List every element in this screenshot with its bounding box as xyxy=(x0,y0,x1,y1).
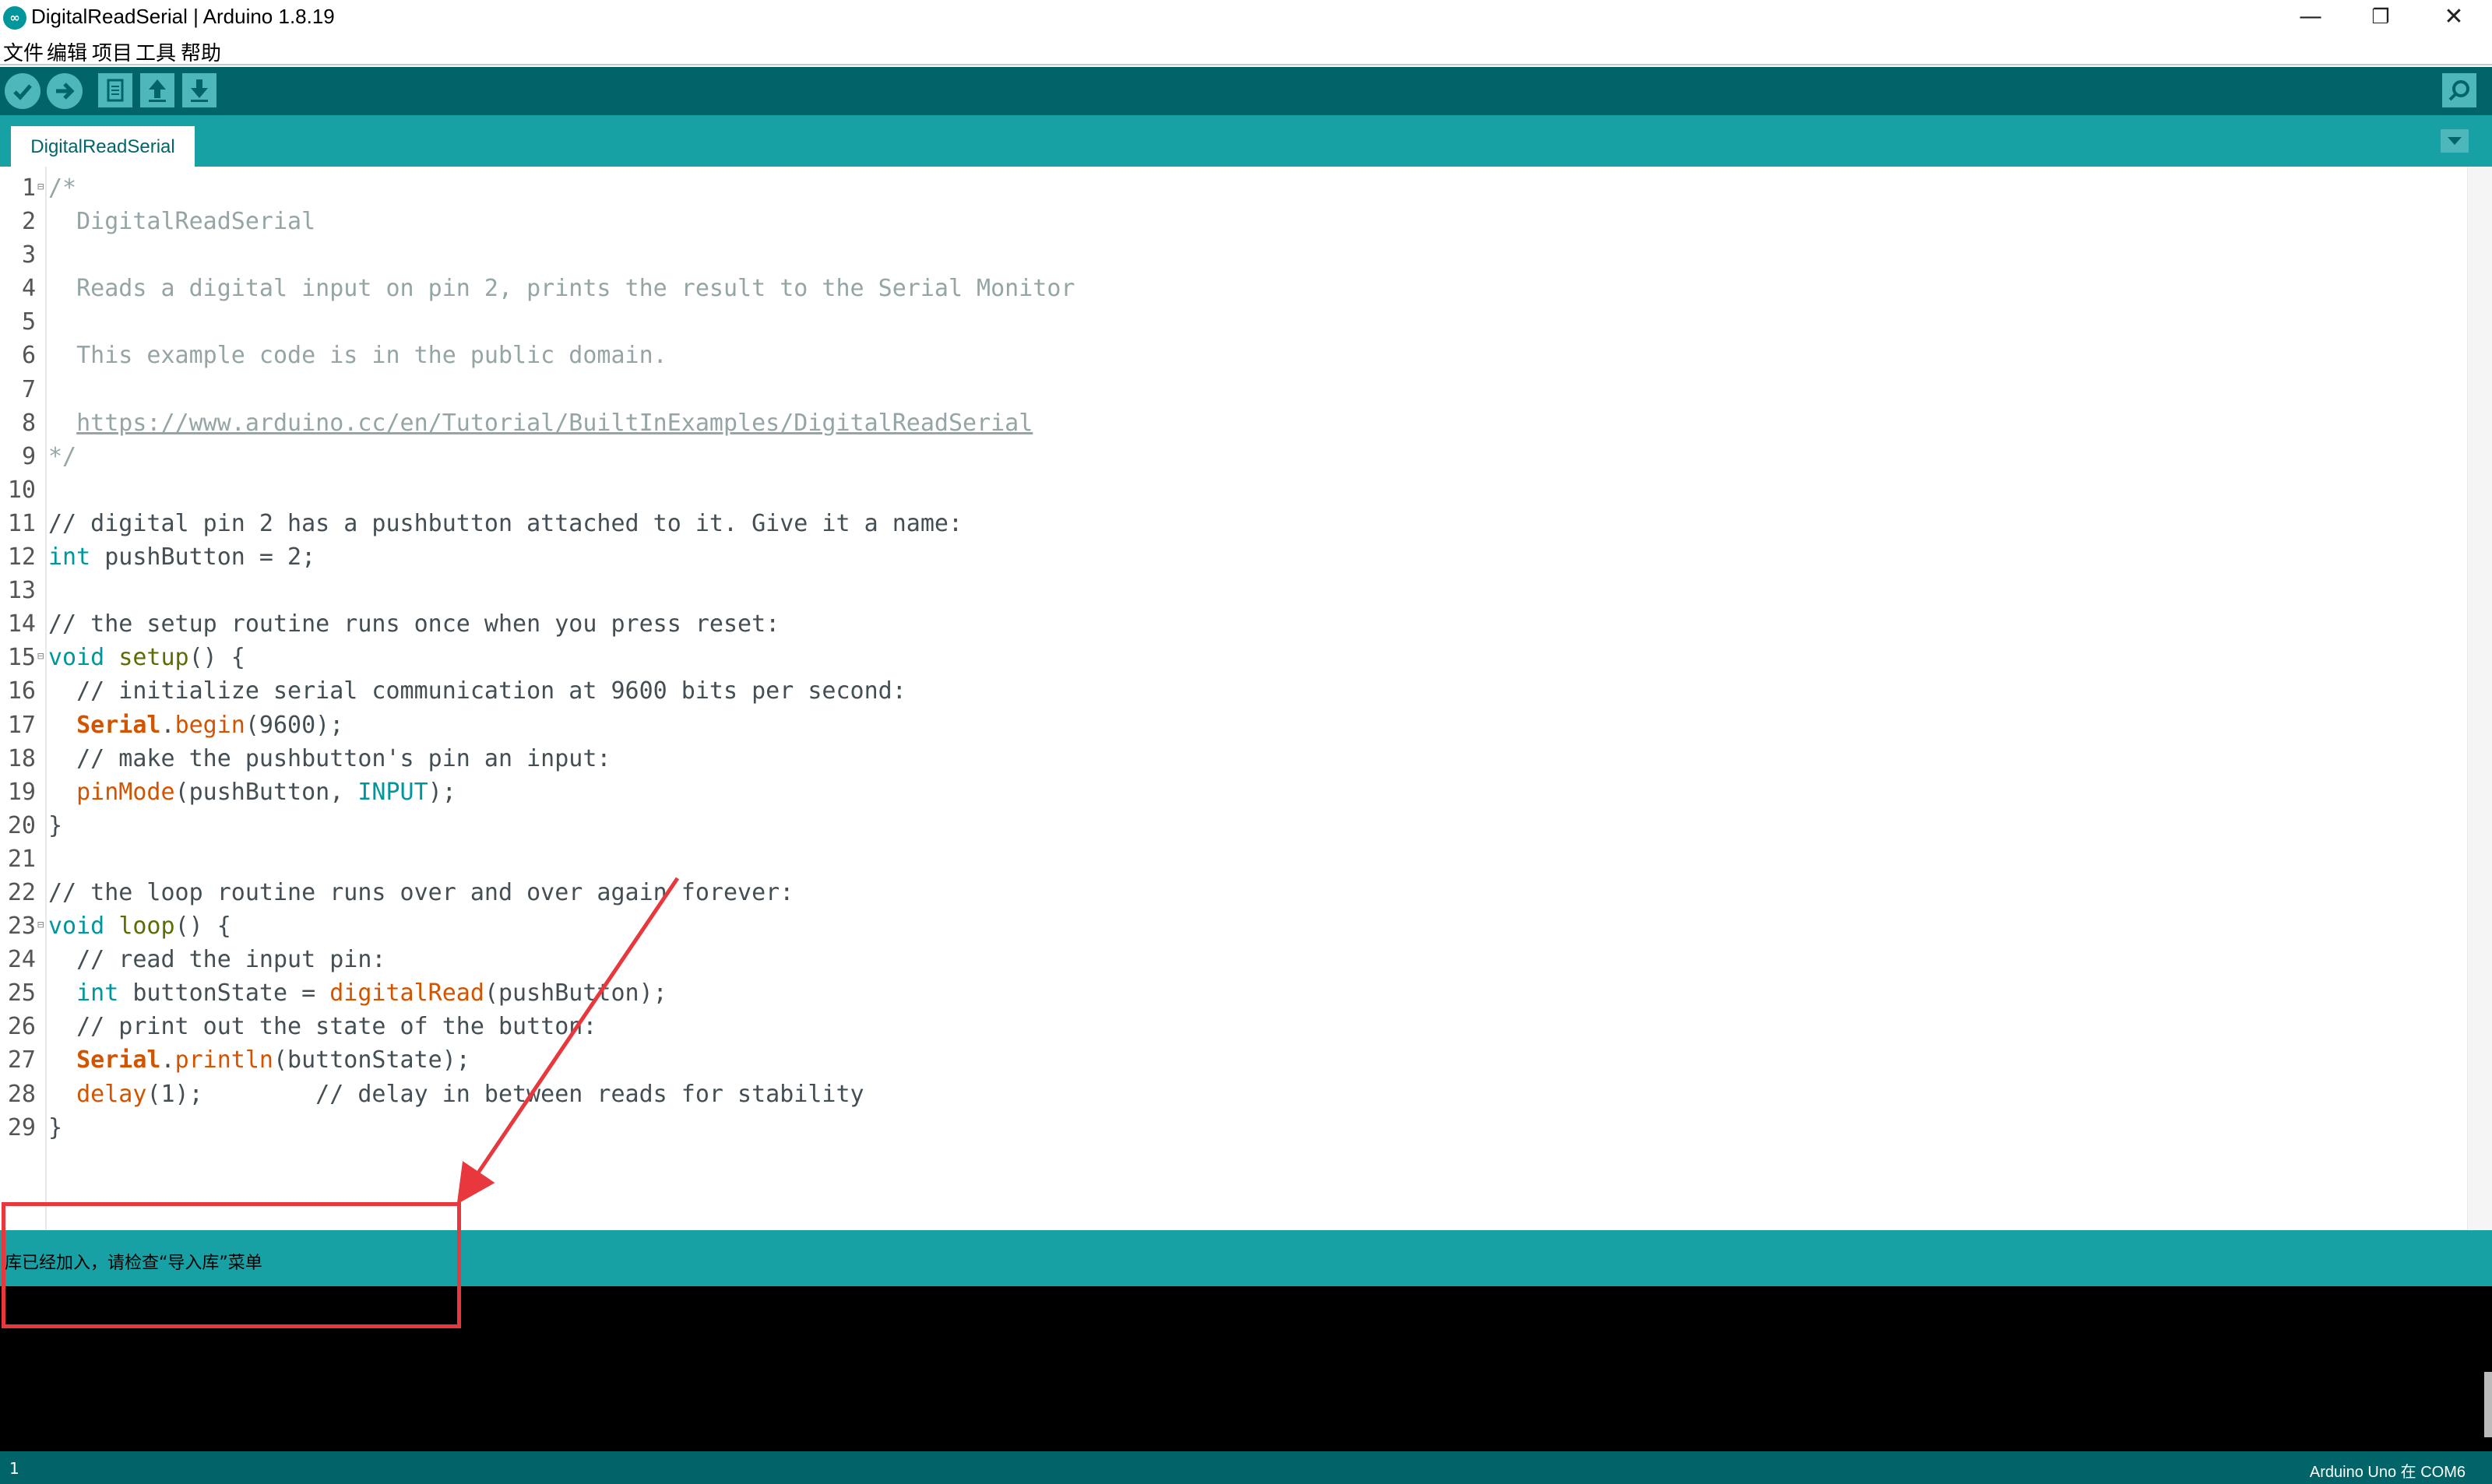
annotation-arrow xyxy=(456,877,680,1204)
